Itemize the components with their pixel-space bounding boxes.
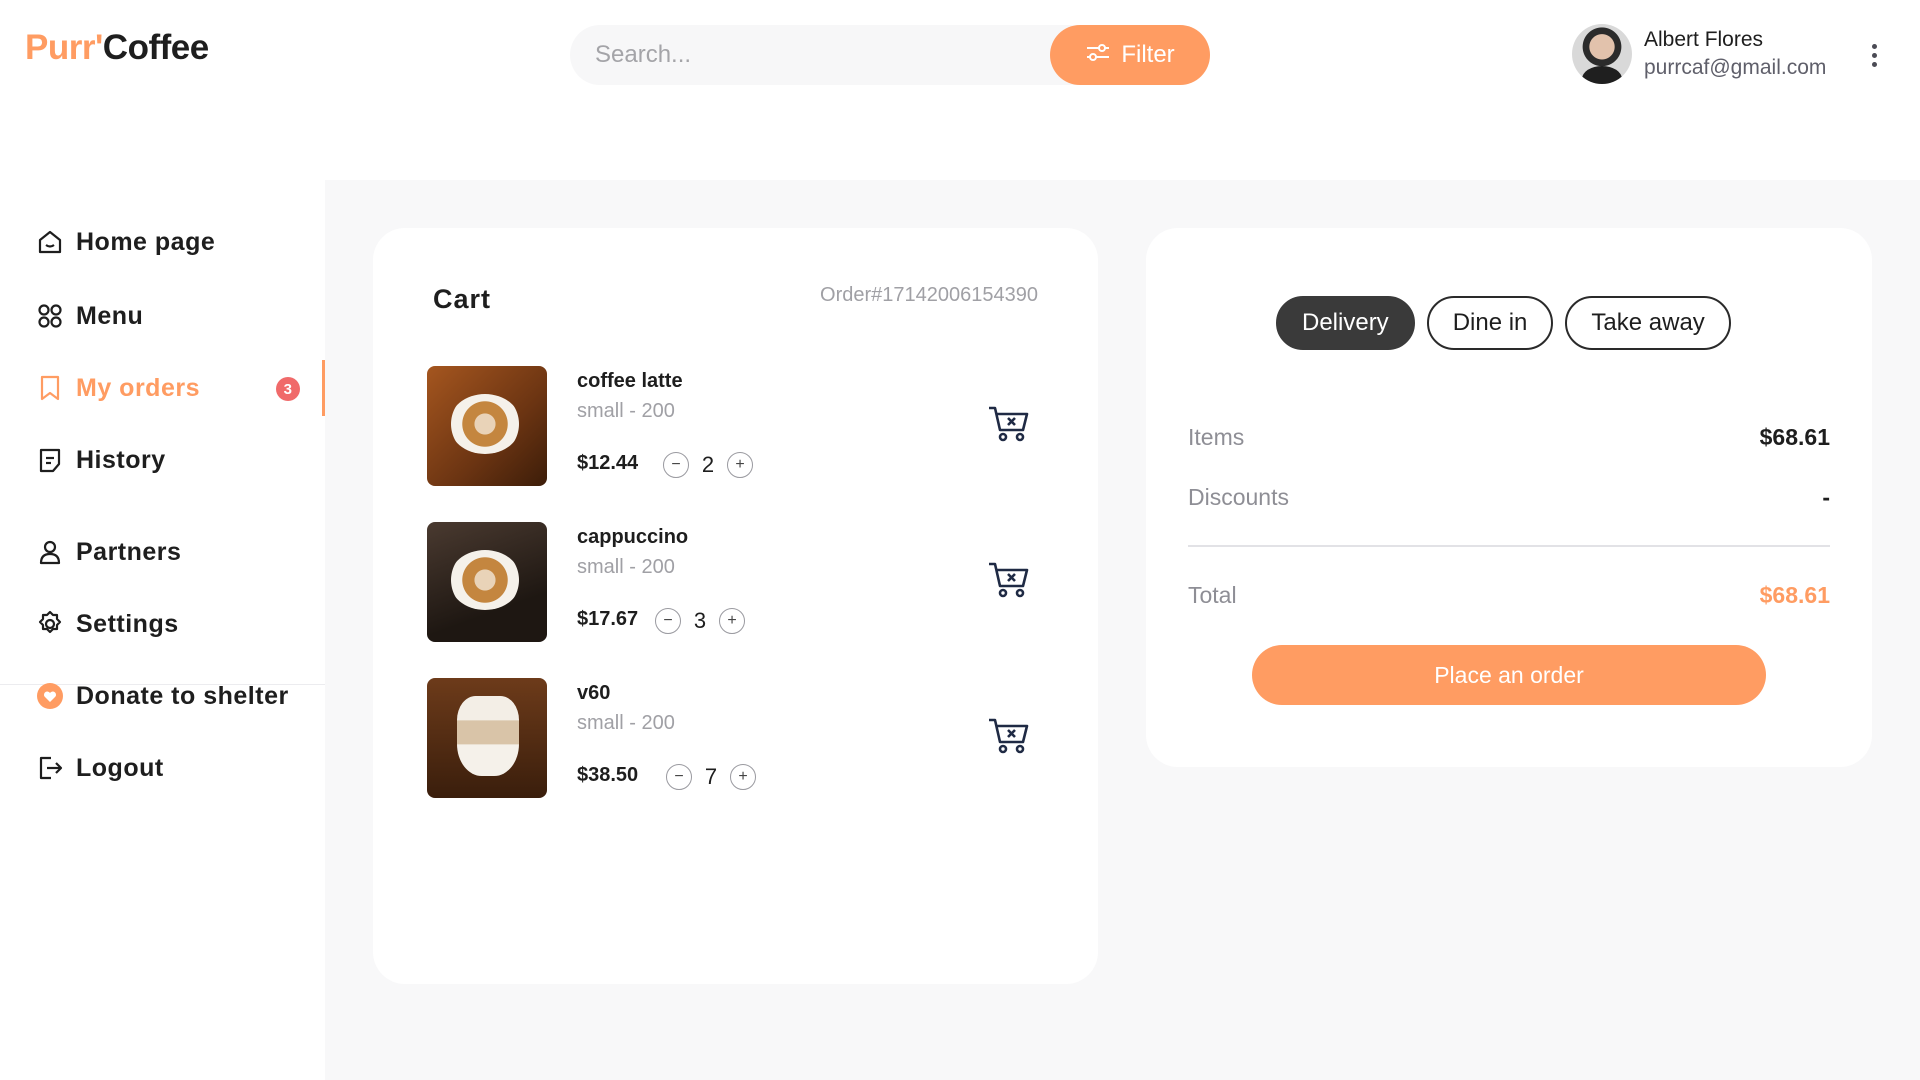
sidebar-item-label: Home page — [76, 227, 216, 256]
cart-card: Cart Order#17142006154390 coffee latte s… — [373, 228, 1098, 984]
user-email: purrcaf@gmail.com — [1644, 56, 1827, 79]
user-icon — [36, 538, 64, 566]
sidebar-item-label: Logout — [76, 753, 164, 782]
logout-icon — [36, 754, 64, 782]
sidebar-item-donate[interactable]: Donate to shelter — [36, 676, 325, 716]
gear-icon — [36, 610, 64, 638]
order-id: Order#17142006154390 — [820, 284, 1038, 306]
search-bar: Filter — [570, 25, 1210, 85]
sidebar-item-history[interactable]: History — [36, 440, 325, 480]
sidebar-item-label: History — [76, 445, 166, 474]
item-price: $17.67 — [577, 608, 639, 630]
quantity-value: 7 — [704, 764, 718, 789]
cart-item: coffee latte small - 200 $12.44 − 2 + — [427, 366, 1047, 486]
sidebar-item-settings[interactable]: Settings — [36, 604, 325, 644]
decrease-quantity-button[interactable]: − — [655, 608, 681, 634]
sidebar-item-label: Menu — [76, 301, 144, 330]
more-options-icon[interactable] — [1872, 44, 1878, 67]
item-size: small - 200 — [577, 400, 675, 422]
order-type-tabs: Delivery Dine in Take away — [1276, 296, 1731, 350]
sidebar-item-my-orders[interactable]: My orders 3 — [36, 360, 325, 416]
summary-divider — [1188, 545, 1830, 547]
user-profile[interactable]: Albert Flores purrcaf@gmail.com — [1572, 24, 1826, 84]
logo-part-1: Purr' — [25, 28, 103, 67]
logo-part-2: Coffee — [102, 28, 209, 67]
increase-quantity-button[interactable]: + — [730, 764, 756, 790]
filter-icon — [1085, 41, 1111, 70]
document-icon — [36, 446, 64, 474]
sidebar-item-label: My orders — [76, 373, 200, 402]
cart-item: cappuccino small - 200 $17.67 − 3 + — [427, 522, 1047, 642]
app-logo[interactable]: Purr'Coffee — [25, 28, 209, 68]
item-price: $38.50 — [577, 764, 639, 786]
sidebar: Home page Menu My orders 3 History Partn… — [0, 180, 325, 1080]
sidebar-item-home[interactable]: Home page — [36, 222, 325, 262]
discounts-value: - — [1822, 484, 1830, 510]
remove-from-cart-icon[interactable] — [987, 560, 1031, 600]
items-label: Items — [1188, 424, 1245, 450]
search-input[interactable] — [595, 25, 1015, 85]
avatar[interactable] — [1572, 24, 1632, 84]
sidebar-item-partners[interactable]: Partners — [36, 532, 325, 572]
quantity-value: 3 — [693, 608, 707, 633]
total-label: Total — [1188, 582, 1237, 608]
cart-title: Cart — [433, 284, 492, 314]
items-row: Items $68.61 — [1188, 424, 1830, 451]
item-name: v60 — [577, 682, 611, 704]
cart-item: v60 small - 200 $38.50 − 7 + — [427, 678, 1047, 798]
quantity-stepper: − 2 + — [663, 452, 753, 478]
product-image-cappuccino — [427, 522, 547, 642]
bookmark-icon — [36, 374, 64, 402]
filter-label: Filter — [1121, 41, 1175, 68]
tab-dine-in[interactable]: Dine in — [1426, 296, 1554, 350]
increase-quantity-button[interactable]: + — [727, 452, 753, 478]
user-name: Albert Flores — [1644, 28, 1764, 51]
filter-button[interactable]: Filter — [1050, 25, 1210, 85]
discounts-row: Discounts - — [1188, 484, 1830, 511]
tab-take-away[interactable]: Take away — [1565, 296, 1731, 350]
tab-delivery[interactable]: Delivery — [1276, 296, 1415, 350]
remove-from-cart-icon[interactable] — [987, 716, 1031, 756]
sidebar-item-menu[interactable]: Menu — [36, 296, 325, 336]
increase-quantity-button[interactable]: + — [719, 608, 745, 634]
quantity-value: 2 — [701, 452, 715, 477]
sidebar-item-label: Donate to shelter — [76, 681, 289, 710]
sidebar-item-logout[interactable]: Logout — [36, 748, 325, 788]
total-row: Total $68.61 — [1188, 582, 1830, 609]
decrease-quantity-button[interactable]: − — [666, 764, 692, 790]
items-value: $68.61 — [1759, 424, 1830, 450]
place-order-button[interactable]: Place an order — [1252, 645, 1766, 705]
home-icon — [36, 228, 64, 256]
grid-icon — [36, 302, 64, 330]
item-name: cappuccino — [577, 526, 689, 548]
product-image-v60 — [427, 678, 547, 798]
remove-from-cart-icon[interactable] — [987, 404, 1031, 444]
order-summary-card: Delivery Dine in Take away Items $68.61 … — [1146, 228, 1872, 767]
sidebar-item-label: Settings — [76, 609, 179, 638]
quantity-stepper: − 7 + — [666, 764, 756, 790]
item-name: coffee latte — [577, 370, 683, 392]
quantity-stepper: − 3 + — [655, 608, 745, 634]
heart-icon — [36, 682, 64, 710]
item-size: small - 200 — [577, 556, 675, 578]
item-price: $12.44 — [577, 452, 639, 474]
discounts-label: Discounts — [1188, 484, 1289, 510]
sidebar-item-label: Partners — [76, 537, 182, 566]
decrease-quantity-button[interactable]: − — [663, 452, 689, 478]
product-image-coffee-latte — [427, 366, 547, 486]
total-value: $68.61 — [1759, 582, 1830, 608]
item-size: small - 200 — [577, 712, 675, 734]
orders-count-badge: 3 — [276, 377, 300, 401]
